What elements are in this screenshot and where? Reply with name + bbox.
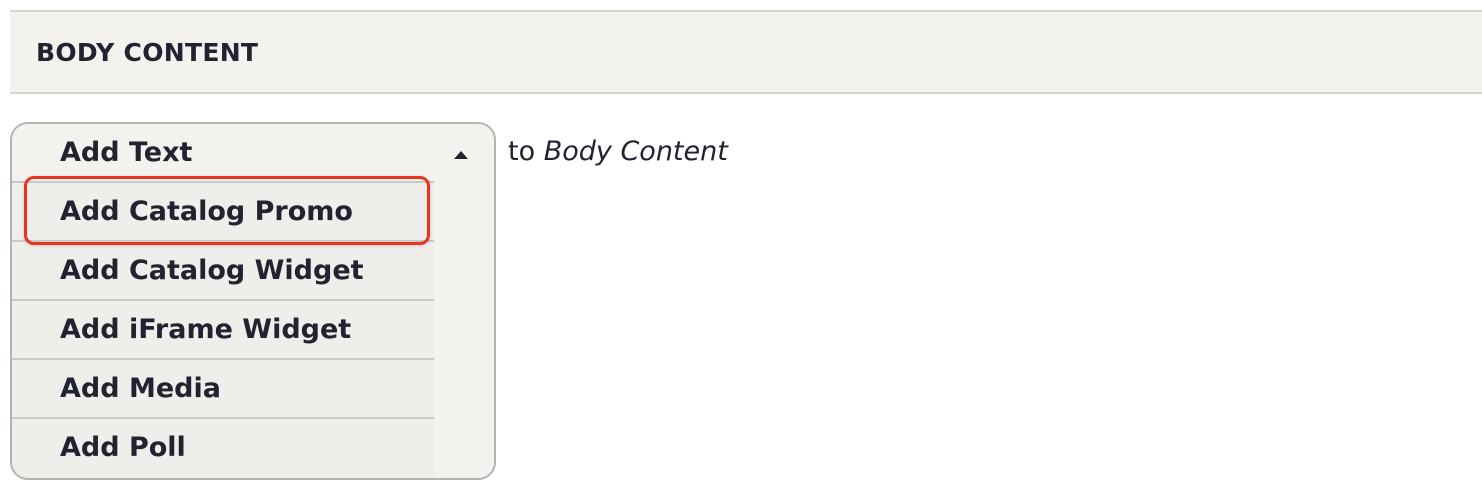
caret-up-icon — [454, 151, 468, 159]
region-target-name: Body Content — [543, 136, 728, 167]
add-poll-button[interactable]: Add Poll — [12, 419, 434, 478]
add-block-dropbutton: Add Text Add Catalog Promo Add Catalog W… — [10, 122, 496, 480]
region-suffix: to Body Content — [508, 136, 728, 167]
add-text-button[interactable]: Add Text — [12, 124, 434, 183]
add-catalog-widget-button[interactable]: Add Catalog Widget — [12, 242, 434, 301]
section-title: BODY CONTENT — [36, 38, 259, 67]
add-iframe-widget-button[interactable]: Add iFrame Widget — [12, 301, 434, 360]
suffix-prefix: to — [508, 136, 536, 167]
page: BODY CONTENT Add Text Add Catalog Promo … — [0, 0, 1482, 490]
add-catalog-promo-button[interactable]: Add Catalog Promo — [12, 183, 434, 242]
add-media-button[interactable]: Add Media — [12, 360, 434, 419]
dropbutton-toggle[interactable] — [434, 124, 494, 478]
dropbutton-action-list: Add Text Add Catalog Promo Add Catalog W… — [12, 124, 436, 478]
section-header: BODY CONTENT — [10, 10, 1482, 94]
